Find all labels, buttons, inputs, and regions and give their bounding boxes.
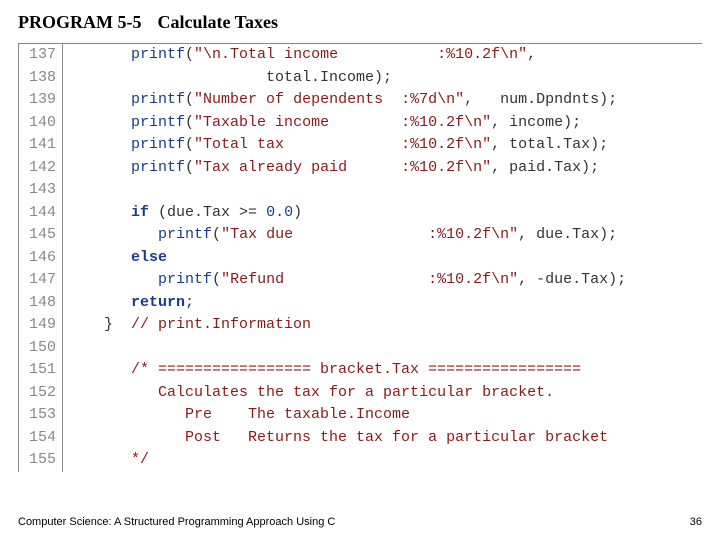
code-row: 152 Calculates the tax for a particular … xyxy=(19,382,702,405)
line-number: 149 xyxy=(19,314,63,337)
line-number: 142 xyxy=(19,157,63,180)
code-row: 146 else xyxy=(19,247,702,270)
program-label: PROGRAM 5-5 xyxy=(18,12,141,33)
line-number: 143 xyxy=(19,179,63,202)
code-line: } // print.Information xyxy=(63,314,311,337)
line-number: 151 xyxy=(19,359,63,382)
code-row: 138 total.Income); xyxy=(19,67,702,90)
line-number: 144 xyxy=(19,202,63,225)
code-line: printf("Taxable income :%10.2f\n", incom… xyxy=(63,112,581,135)
code-row: 141 printf("Total tax :%10.2f\n", total.… xyxy=(19,134,702,157)
code-line: printf("Tax already paid :%10.2f\n", pai… xyxy=(63,157,599,180)
line-number: 154 xyxy=(19,427,63,450)
code-line: printf("Tax due :%10.2f\n", due.Tax); xyxy=(63,224,617,247)
line-number: 153 xyxy=(19,404,63,427)
page-number: 36 xyxy=(690,516,702,528)
line-number: 155 xyxy=(19,449,63,472)
code-row: 147 printf("Refund :%10.2f\n", -due.Tax)… xyxy=(19,269,702,292)
line-number: 140 xyxy=(19,112,63,135)
line-number: 139 xyxy=(19,89,63,112)
code-line: */ xyxy=(63,449,149,472)
code-row: 142 printf("Tax already paid :%10.2f\n",… xyxy=(19,157,702,180)
code-row: 137 printf("\n.Total income :%10.2f\n", xyxy=(19,44,702,67)
code-listing: 137 printf("\n.Total income :%10.2f\n",1… xyxy=(18,43,702,472)
line-number: 146 xyxy=(19,247,63,270)
line-number: 141 xyxy=(19,134,63,157)
code-row: 145 printf("Tax due :%10.2f\n", due.Tax)… xyxy=(19,224,702,247)
code-row: 153 Pre The taxable.Income xyxy=(19,404,702,427)
code-row: 151 /* ================= bracket.Tax ===… xyxy=(19,359,702,382)
code-line: printf("\n.Total income :%10.2f\n", xyxy=(63,44,536,67)
code-row: 140 printf("Taxable income :%10.2f\n", i… xyxy=(19,112,702,135)
code-line: /* ================= bracket.Tax =======… xyxy=(63,359,581,382)
footer-left: Computer Science: A Structured Programmi… xyxy=(18,516,335,528)
code-line: printf("Number of dependents :%7d\n", nu… xyxy=(63,89,617,112)
code-row: 149 } // print.Information xyxy=(19,314,702,337)
code-row: 139 printf("Number of dependents :%7d\n"… xyxy=(19,89,702,112)
code-row: 154 Post Returns the tax for a particula… xyxy=(19,427,702,450)
line-number: 152 xyxy=(19,382,63,405)
line-number: 145 xyxy=(19,224,63,247)
code-row: 148 return; xyxy=(19,292,702,315)
code-line: Calculates the tax for a particular brac… xyxy=(63,382,554,405)
code-line: return; xyxy=(63,292,194,315)
code-line: Post Returns the tax for a particular br… xyxy=(63,427,608,450)
code-line: else xyxy=(63,247,167,270)
code-line: total.Income); xyxy=(63,67,392,90)
code-row: 144 if (due.Tax >= 0.0) xyxy=(19,202,702,225)
program-title: Calculate Taxes xyxy=(157,12,278,33)
code-line: printf("Total tax :%10.2f\n", total.Tax)… xyxy=(63,134,608,157)
code-line: printf("Refund :%10.2f\n", -due.Tax); xyxy=(63,269,626,292)
code-line: if (due.Tax >= 0.0) xyxy=(63,202,302,225)
code-line xyxy=(63,337,77,360)
line-number: 138 xyxy=(19,67,63,90)
line-number: 150 xyxy=(19,337,63,360)
program-header: PROGRAM 5-5 Calculate Taxes xyxy=(18,12,702,33)
code-row: 150 xyxy=(19,337,702,360)
line-number: 137 xyxy=(19,44,63,67)
code-line: Pre The taxable.Income xyxy=(63,404,410,427)
code-line xyxy=(63,179,77,202)
slide-footer: Computer Science: A Structured Programmi… xyxy=(18,516,702,528)
code-row: 143 xyxy=(19,179,702,202)
code-row: 155 */ xyxy=(19,449,702,472)
line-number: 147 xyxy=(19,269,63,292)
line-number: 148 xyxy=(19,292,63,315)
